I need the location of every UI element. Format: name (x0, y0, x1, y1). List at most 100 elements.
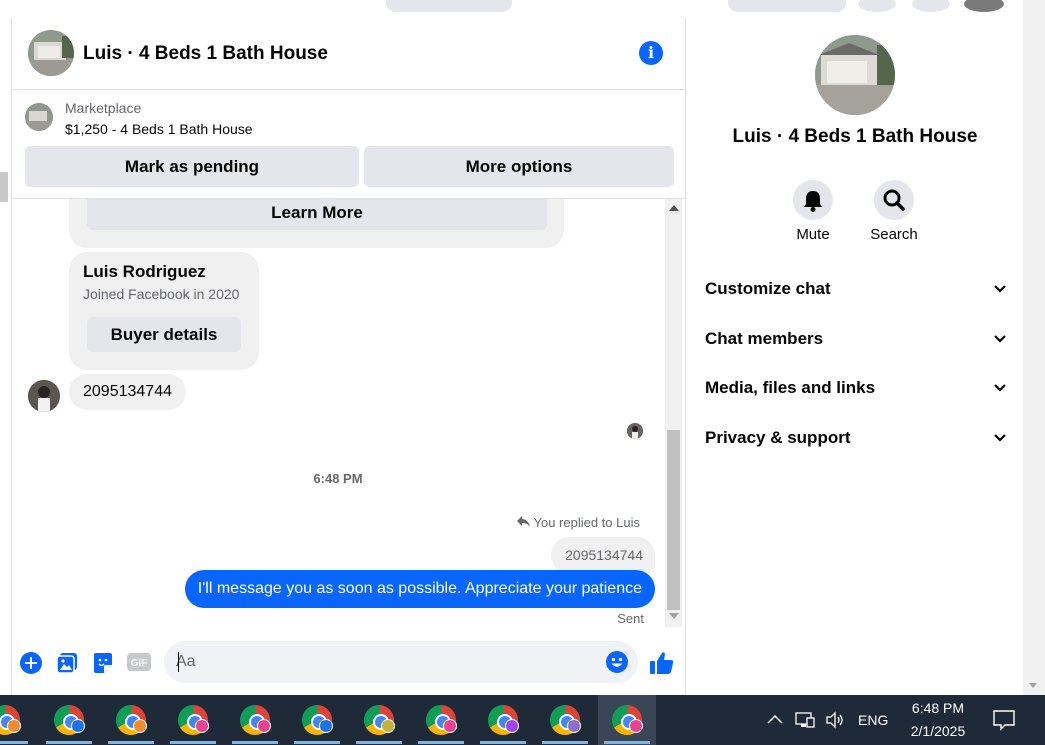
left-scroll-thumb[interactable] (0, 172, 8, 202)
profile-badge-icon (629, 719, 643, 733)
message-scrollbar[interactable] (665, 199, 682, 627)
taskbar-chrome-window[interactable] (102, 695, 160, 745)
replied-label: You replied to Luis (533, 515, 641, 530)
marketplace-listing-bar: Marketplace $1,250 - 4 Beds 1 Bath House… (12, 90, 687, 199)
search-button[interactable] (874, 180, 914, 220)
taskbar-chrome-window[interactable] (412, 695, 470, 745)
message-input-container[interactable] (164, 641, 638, 683)
outgoing-message[interactable]: I'll message you as soon as possible. Ap… (184, 570, 655, 608)
message-input[interactable] (176, 641, 596, 683)
taskbar-chrome-window[interactable] (536, 695, 594, 745)
page-scroll-down-icon[interactable] (1029, 683, 1037, 688)
section-chat-members[interactable]: Chat members (705, 324, 1007, 354)
running-indicator (0, 741, 28, 744)
nav-menu-button[interactable] (858, 0, 896, 12)
quoted-message[interactable]: 2095134744 (551, 537, 655, 573)
taskbar-chrome-window[interactable] (474, 695, 532, 745)
profile-badge-icon (505, 719, 519, 733)
profile-badge-icon (381, 719, 395, 733)
profile-badge-icon (567, 719, 581, 733)
section-media-files-links[interactable]: Media, files and links (705, 373, 1007, 403)
chevron-down-icon (994, 434, 1006, 442)
thumbs-up-icon[interactable] (649, 650, 675, 676)
mark-as-pending-button[interactable]: Mark as pending (25, 146, 359, 187)
taskbar-chrome-window[interactable] (0, 695, 34, 745)
page-scrollbar[interactable] (1023, 0, 1045, 695)
account-avatar[interactable] (964, 0, 1004, 12)
emoji-icon[interactable] (605, 650, 629, 674)
clock-time[interactable]: 6:48 PM (907, 700, 969, 716)
photo-icon[interactable] (55, 651, 79, 675)
left-scrollbar[interactable] (0, 150, 10, 230)
gif-label: GIF (131, 658, 148, 669)
nav-search-pill[interactable] (728, 0, 846, 12)
bell-icon (804, 191, 822, 212)
profile-badge-icon (133, 719, 147, 733)
clock-date[interactable]: 2/1/2025 (903, 723, 973, 739)
reply-arrow-icon (516, 515, 530, 530)
taskbar-chrome-window[interactable] (226, 695, 284, 745)
buyer-name: Luis Rodriguez (83, 262, 206, 281)
profile-badge-icon (443, 719, 457, 733)
chat-title[interactable]: Luis · 4 Beds 1 Bath House (83, 43, 328, 65)
more-options-button[interactable]: More options (364, 146, 674, 187)
listing-card: Learn More (69, 199, 564, 248)
listing-avatar[interactable] (28, 30, 74, 76)
screen: Luis · 4 Beds 1 Bath House i Marketplace… (0, 0, 1045, 745)
info-icon[interactable]: i (639, 41, 663, 65)
profile-badge-icon (195, 719, 209, 733)
chevron-down-icon (994, 384, 1006, 392)
learn-more-button[interactable]: Learn More (87, 199, 547, 230)
buyer-details-button[interactable]: Buyer details (87, 317, 241, 352)
sent-status: Sent (617, 611, 644, 626)
section-customize-chat[interactable]: Customize chat (705, 274, 1007, 304)
section-label: Media, files and links (705, 378, 876, 397)
section-privacy-support[interactable]: Privacy & support (705, 423, 1007, 453)
running-indicator (542, 741, 588, 744)
chat-details-panel: Luis · 4 Beds 1 Bath House Mute Search C… (687, 18, 1023, 695)
taskbar-chrome-window[interactable] (598, 695, 656, 745)
running-indicator (418, 741, 464, 744)
listing-price-title[interactable]: $1,250 - 4 Beds 1 Bath House (65, 121, 253, 137)
search-icon (883, 189, 905, 211)
incoming-message[interactable]: 2095134744 (69, 374, 186, 410)
chevron-down-icon (994, 335, 1006, 343)
top-nav-strip (0, 0, 1045, 18)
plus-icon[interactable] (19, 651, 43, 675)
tray-chevron-up-icon[interactable] (765, 710, 785, 730)
reply-indicator: You replied to Luis (516, 515, 641, 530)
gif-icon[interactable]: GIF (126, 651, 151, 675)
scroll-down-arrow-icon[interactable] (669, 613, 679, 619)
running-indicator (356, 741, 402, 744)
composer: GIF (12, 635, 687, 695)
mute-label[interactable]: Mute (773, 226, 853, 243)
profile-badge-icon (257, 719, 271, 733)
seen-indicator-avatar (627, 423, 643, 439)
sender-avatar[interactable] (28, 380, 60, 412)
listing-thumbnail[interactable] (25, 103, 53, 131)
scroll-up-arrow-icon[interactable] (669, 205, 679, 211)
sticker-icon[interactable] (91, 651, 115, 675)
nav-messenger-button[interactable] (912, 0, 950, 12)
notifications-icon[interactable] (993, 709, 1015, 731)
details-title: Luis · 4 Beds 1 Bath House (732, 126, 978, 147)
message-timestamp: 6:48 PM (313, 471, 363, 486)
details-avatar[interactable] (815, 35, 895, 115)
network-icon[interactable] (795, 710, 815, 730)
taskbar-chrome-window[interactable] (40, 695, 98, 745)
search-label[interactable]: Search (854, 226, 934, 243)
profile-badge-icon (71, 719, 85, 733)
mute-button[interactable] (793, 180, 833, 220)
taskbar-chrome-window[interactable] (350, 695, 408, 745)
taskbar-chrome-window[interactable] (288, 695, 346, 745)
nav-tab[interactable] (386, 0, 512, 12)
volume-icon[interactable] (825, 710, 845, 730)
taskbar-chrome-window[interactable] (164, 695, 222, 745)
scroll-thumb[interactable] (667, 430, 680, 610)
running-indicator (294, 741, 340, 744)
section-label: Privacy & support (705, 428, 851, 447)
chat-panel: Luis · 4 Beds 1 Bath House i Marketplace… (11, 18, 687, 695)
language-indicator[interactable]: ENG (858, 712, 888, 728)
profile-badge-icon (319, 719, 333, 733)
chevron-down-icon (994, 285, 1006, 293)
